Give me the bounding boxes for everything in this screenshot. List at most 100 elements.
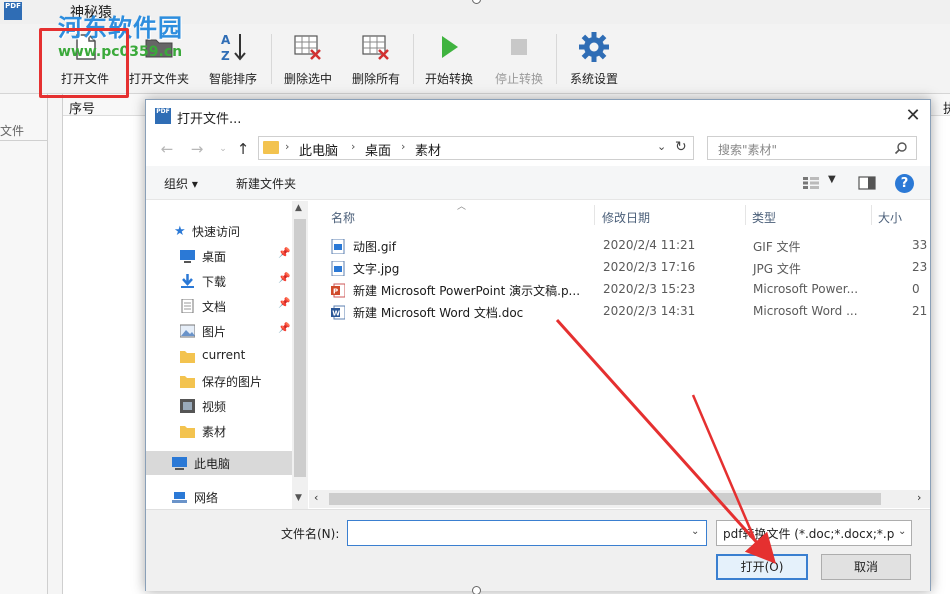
column-separator[interactable] [745,205,746,225]
nav-item-current[interactable]: current [146,344,292,368]
nav-item-saved-pictures[interactable]: 保存的图片 [146,369,292,393]
nav-item-desktop[interactable]: 桌面 📌 [146,244,292,268]
dialog-close-button[interactable]: ✕ [898,104,928,128]
address-bar[interactable]: › 此电脑 › 桌面 › 素材 ⌄ ↻ [258,136,694,160]
nav-item-label: 素材 [202,425,227,439]
computer-icon [172,457,187,470]
file-size: 21 [912,304,928,318]
search-input[interactable]: 搜索"素材" [707,136,917,160]
gear-icon [579,32,609,62]
file-type: GIF 文件 [753,240,801,254]
view-options-icon[interactable] [802,176,820,190]
address-dropdown-icon[interactable]: ⌄ [657,140,666,153]
left-panel-divider [0,140,48,141]
forward-arrow-icon[interactable]: → [188,140,206,158]
desktop-icon [180,250,195,263]
folder-icon [180,351,195,363]
column-date[interactable]: 修改日期 [602,209,650,226]
column-separator[interactable] [871,205,872,225]
filter-dropdown-icon[interactable]: ⌄ [898,526,906,537]
nav-quick-access[interactable]: ★ 快速访问 [146,219,292,243]
recent-dropdown-icon[interactable]: ⌄ [214,140,232,158]
open-file-dialog: PDF 打开文件... ✕ ← → ⌄ ↑ › 此电脑 › 桌面 › 素材 ⌄ … [145,99,931,591]
delete-selected-button[interactable]: 删除选中 [276,28,340,90]
nav-item-videos[interactable]: 视频 [146,394,292,418]
nav-item-label: 桌面 [202,250,227,264]
open-button[interactable]: 打开(O) [716,554,808,580]
organize-button[interactable]: 组织 ▾ [164,175,198,192]
file-row[interactable]: 动图.gif 2020/2/4 11:21 GIF 文件 33 [308,235,927,257]
settings-button[interactable]: 系统设置 [562,28,626,90]
svg-text:A: A [221,33,231,47]
nav-item-label: 此电脑 [194,457,231,471]
column-type[interactable]: 类型 [752,209,776,226]
scroll-down-icon[interactable]: ▼ [295,493,302,503]
scroll-up-icon[interactable]: ▲ [295,203,302,213]
column-right-header[interactable]: 执 [943,98,950,117]
nav-item-materials[interactable]: 素材 [146,419,292,443]
folder-icon [180,426,195,438]
powerpoint-file-icon: P [331,283,345,298]
breadcrumb-desktop[interactable]: 桌面 [365,140,391,159]
nav-item-documents[interactable]: 文档 📌 [146,294,292,318]
file-name: 文字.jpg [353,262,400,276]
file-type: JPG 文件 [753,262,801,276]
cancel-button[interactable]: 取消 [821,554,911,580]
open-folder-button[interactable]: 打开文件夹 [124,28,194,90]
nav-item-network[interactable]: 网络 [146,485,292,509]
refresh-icon[interactable]: ↻ [675,139,687,155]
scroll-left-icon[interactable]: ‹ [314,491,318,504]
column-name[interactable]: 名称 [331,209,355,226]
nav-item-pictures[interactable]: 图片 📌 [146,319,292,343]
column-size[interactable]: 大小 [878,209,902,226]
preview-pane-icon[interactable] [858,176,876,190]
nav-item-this-pc[interactable]: 此电脑 [146,451,292,475]
svg-text:W: W [332,310,340,318]
filename-input[interactable] [347,520,707,546]
view-dropdown-icon[interactable]: ▼ [828,174,836,185]
file-list-header: ︿ 名称 修改日期 类型 大小 [309,201,930,229]
nav-scrollbar[interactable]: ▲ ▼ [292,201,308,509]
image-file-icon [331,261,345,276]
help-icon[interactable]: ? [895,174,914,193]
navigation-pane: ★ 快速访问 桌面 📌 下载 📌 文档 📌 图片 📌 current 保存的图片… [146,201,292,509]
scroll-right-icon[interactable]: › [917,491,921,504]
file-row[interactable]: P 新建 Microsoft PowerPoint 演示文稿.p... 2020… [308,279,920,301]
delete-all-button[interactable]: 删除所有 [344,28,408,90]
nav-scroll-thumb[interactable] [294,219,306,477]
dialog-app-icon: PDF [155,108,171,124]
smart-sort-button[interactable]: A Z 智能排序 [202,28,264,90]
left-panel [0,94,48,594]
nav-item-download[interactable]: 下载 📌 [146,269,292,293]
delete-all-label: 删除所有 [351,72,400,86]
settings-label: 系统设置 [569,72,618,86]
smart-sort-label: 智能排序 [208,72,257,86]
stop-convert-button[interactable]: 停止转换 [488,28,550,90]
file-row[interactable]: 文字.jpg 2020/2/3 17:16 JPG 文件 23 [308,257,927,279]
file-row[interactable]: W 新建 Microsoft Word 文档.doc 2020/2/3 14:3… [308,301,927,323]
dialog-titlebar: PDF 打开文件... ✕ [146,100,930,132]
file-size: 23 [912,260,928,274]
nav-quick-access-label: 快速访问 [192,225,241,239]
breadcrumb-this-pc[interactable]: 此电脑 [299,140,338,159]
image-file-icon [331,239,345,254]
nav-item-label: 图片 [202,325,227,339]
horizontal-scroll-thumb[interactable] [329,493,881,505]
nav-item-label: 保存的图片 [202,375,263,389]
column-separator[interactable] [594,205,595,225]
file-size: 0 [912,282,920,296]
start-convert-button[interactable]: 开始转换 [418,28,480,90]
file-type-filter[interactable]: pdf转换文件 (*.doc;*.docx;*.p [716,520,912,546]
new-folder-button[interactable]: 新建文件夹 [236,175,296,192]
delete-selected-icon [294,35,321,60]
file-date: 2020/2/3 17:16 [603,260,696,274]
breadcrumb-materials[interactable]: 素材 [415,140,441,159]
up-arrow-icon[interactable]: ↑ [234,140,252,158]
column-index-header[interactable]: 序号 [69,98,95,117]
file-name: 新建 Microsoft Word 文档.doc [353,306,524,320]
delete-selected-label: 删除选中 [283,72,332,86]
resize-handle[interactable] [472,586,481,594]
back-arrow-icon[interactable]: ← [158,140,176,158]
file-horizontal-scrollbar[interactable]: ‹ › [309,490,930,508]
sort-az-icon: A Z [221,33,246,63]
